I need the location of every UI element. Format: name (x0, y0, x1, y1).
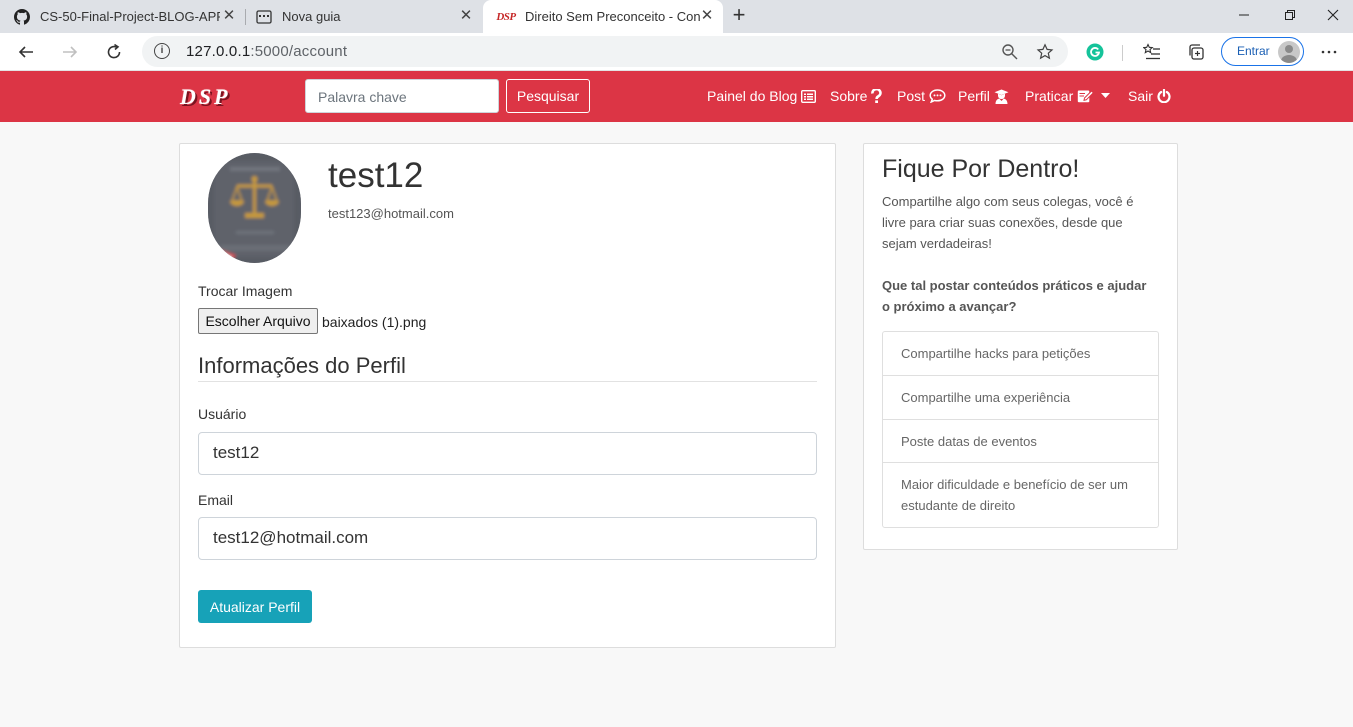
email-label: Email (198, 492, 234, 508)
nav-post[interactable]: Post (897, 88, 946, 104)
url-path: :5000/account (250, 43, 348, 60)
question-icon (871, 89, 883, 103)
close-tab-icon[interactable]: ✕ (699, 8, 715, 24)
update-profile-button[interactable]: Atualizar Perfil (198, 590, 312, 623)
power-icon (1157, 89, 1171, 103)
profile-avatar-icon (1278, 41, 1300, 63)
dsp-favicon-text: DSP (496, 10, 516, 23)
maximize-button[interactable] (1267, 0, 1313, 30)
list-icon (801, 89, 817, 103)
back-button[interactable] (12, 38, 40, 66)
username-label: Usuário (198, 406, 247, 422)
list-item[interactable]: Maior dificuldade e benefício de ser um … (883, 463, 1158, 527)
comment-icon (929, 89, 946, 103)
new-tab-button[interactable]: + (728, 4, 750, 27)
caret-down-icon (1101, 93, 1111, 99)
tab-nova-guia[interactable]: Nova guia ✕ (242, 0, 482, 33)
sidebar-bold-text: Que tal postar conteúdos práticos e ajud… (882, 278, 1147, 314)
close-icon (1327, 9, 1339, 21)
list-item[interactable]: Compartilhe uma experiência (883, 376, 1158, 420)
username-input[interactable]: test12 (198, 432, 817, 475)
github-icon (14, 8, 30, 25)
close-window-button[interactable] (1313, 0, 1353, 30)
more-options-icon[interactable] (1318, 41, 1340, 63)
back-arrow-icon (18, 46, 33, 58)
reload-button[interactable] (100, 38, 128, 66)
list-item[interactable]: Compartilhe hacks para petições (883, 332, 1158, 376)
nav-sobre[interactable]: Sobre (830, 88, 883, 104)
browser-tab-bar: CS-50-Final-Project-BLOG-APP/a ✕ Nova gu… (0, 0, 1353, 33)
site-navbar: DSP Palavra chave Pesquisar Painel do Bl… (0, 71, 1353, 122)
search-input[interactable]: Palavra chave (305, 79, 499, 113)
search-button[interactable]: Pesquisar (506, 79, 590, 113)
url-host: 127.0.0.1 (186, 43, 251, 60)
close-tab-icon[interactable]: ✕ (458, 8, 474, 24)
forward-button[interactable] (56, 38, 84, 66)
section-divider (198, 381, 817, 382)
zoom-icon[interactable] (1000, 42, 1020, 62)
toolbar-divider (1122, 45, 1123, 61)
nav-label: Praticar (1025, 88, 1074, 104)
sidebar-list: Compartilhe hacks para petições Comparti… (882, 331, 1159, 528)
newtab-icon (256, 9, 272, 25)
nav-praticar-dropdown[interactable]: Praticar (1025, 88, 1111, 104)
signin-button[interactable]: Entrar (1221, 37, 1304, 66)
profile-username: test12 (328, 156, 424, 195)
minimize-icon (1239, 14, 1249, 16)
sidebar-title: Fique Por Dentro! (882, 155, 1080, 183)
reload-icon (107, 43, 121, 59)
scales-of-justice-icon (208, 153, 301, 263)
nav-perfil[interactable]: Perfil (958, 88, 1009, 104)
profile-email: test123@hotmail.com (328, 206, 454, 221)
list-item[interactable]: Poste datas de eventos (883, 420, 1158, 463)
graduate-icon (994, 89, 1009, 104)
info-icon[interactable]: i (154, 43, 170, 59)
sidebar-text: Compartilhe algo com seus colegas, você … (882, 194, 1134, 251)
tab-github[interactable]: CS-50-Final-Project-BLOG-APP/a ✕ (0, 0, 245, 33)
choose-file-button[interactable]: Escolher Arquivo (198, 308, 318, 334)
nav-label: Painel do Blog (707, 88, 798, 104)
minimize-button[interactable] (1221, 0, 1267, 30)
favorites-list-icon[interactable] (1141, 41, 1163, 63)
email-input[interactable]: test12@hotmail.com (198, 517, 817, 560)
tab-dsp-conta[interactable]: DSP Direito Sem Preconceito - Conta ✕ (483, 0, 723, 33)
url-text[interactable]: 127.0.0.1:5000/account (186, 43, 347, 60)
profile-avatar (208, 153, 301, 263)
nav-label: Perfil (958, 88, 990, 104)
tab-title: Direito Sem Preconceito - Conta (525, 9, 700, 24)
dsp-icon: DSP (495, 9, 517, 25)
tab-title: CS-50-Final-Project-BLOG-APP/a (40, 9, 220, 24)
browser-toolbar: i 127.0.0.1:5000/account Entrar (0, 33, 1353, 71)
site-logo[interactable]: DSP (180, 84, 231, 110)
nav-sair[interactable]: Sair (1128, 88, 1171, 104)
change-image-label: Trocar Imagem (198, 283, 293, 299)
address-bar[interactable]: i 127.0.0.1:5000/account (142, 36, 1068, 67)
restore-icon (1285, 10, 1295, 20)
edit-icon (1077, 89, 1095, 103)
close-tab-icon[interactable]: ✕ (221, 8, 237, 24)
tab-title: Nova guia (282, 9, 341, 24)
collections-icon[interactable] (1185, 41, 1207, 63)
signin-label: Entrar (1237, 44, 1270, 58)
nav-label: Sobre (830, 88, 868, 104)
favorite-star-icon[interactable] (1035, 42, 1055, 62)
grammarly-extension-icon[interactable] (1084, 41, 1106, 63)
profile-info-heading: Informações do Perfil (198, 353, 406, 378)
nav-painel-do-blog[interactable]: Painel do Blog (707, 88, 817, 104)
selected-file-name: baixados (1).png (322, 314, 427, 330)
nav-label: Sair (1128, 88, 1153, 104)
forward-arrow-icon (63, 46, 78, 58)
nav-label: Post (897, 88, 926, 104)
